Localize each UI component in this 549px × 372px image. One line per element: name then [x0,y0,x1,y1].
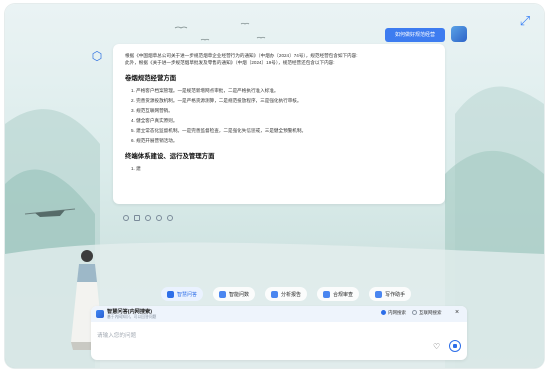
tab-label: 智能问数 [229,291,250,298]
chart-icon [219,290,227,298]
tab-smart-qa[interactable]: 智慧问答 [161,287,204,301]
list-item: 1. 建 [131,166,141,171]
audit-icon [323,290,331,298]
answer-actions [123,214,173,222]
list-item: 2. 完善货源投放机制。一是严格货源测算，二是规范投放程序，三是强化执行审核。 [131,98,302,103]
internal-search-option[interactable]: 内网搜索 [381,310,406,316]
thumbs-down-icon[interactable] [156,215,162,221]
tab-compliance-review[interactable]: 合规审查 [317,287,360,301]
radio-checked-icon [381,310,386,316]
close-icon[interactable]: × [455,309,459,317]
internet-search-option[interactable]: 互联网搜索 [412,310,442,316]
tab-smart-data[interactable]: 智能问数 [213,287,256,301]
report-icon [271,290,279,298]
section-heading: 终端体系建设、运行及管理方面 [125,153,215,160]
user-avatar [451,26,467,42]
search-scope-toggle: 内网搜索 互联网搜索 [381,310,442,316]
tab-writing-assistant[interactable]: 写作助手 [369,287,412,301]
chat-icon [167,290,174,298]
heart-icon[interactable] [167,215,173,221]
app-frame: ⤢ 如何做好规范经营 ⬡ 根据《中国烟草总公司关于进一步规范烟草企业经营行为的通… [5,4,544,368]
list-item: 1. 严格客户档案管理。一是规范新增网点审批，二是严格执行准入标准。 [131,88,279,93]
tab-label: 分析报告 [281,291,302,298]
answer-card: 根据《中国烟草总公司关于进一步规范烟草企业经营行为的通知》（中烟办〔2024〕7… [113,44,445,204]
option-label: 内网搜索 [388,310,406,315]
favorite-icon[interactable]: ♡ [433,342,440,352]
mode-subtitle: 基于内网知识，可以回答问题 [107,315,157,319]
list-item: 6. 规范开展营销活动。 [131,138,178,143]
option-label: 互联网搜索 [419,310,442,315]
tab-analysis-report[interactable]: 分析报告 [265,287,308,301]
copy-icon[interactable] [134,215,140,221]
question-input[interactable] [97,331,417,341]
section-heading: 卷烟规范经营方面 [125,75,177,82]
answer-intro-extra: 此外，根据《关于进一步规范烟草批发及零售的通知》（中烟〔2024〕19号），规范… [125,60,335,65]
send-button[interactable] [449,340,461,352]
thumbs-up-icon[interactable] [145,215,151,221]
stop-icon [453,344,457,348]
tab-label: 合规审查 [333,291,354,298]
feature-tabs: 智慧问答 智能问数 分析报告 合规审查 写作助手 [161,287,412,301]
section-list: 1. 建 [125,165,435,172]
input-panel: 智慧问答(内网搜索) 基于内网知识，可以回答问题 内网搜索 互联网搜索 × ♡ [91,306,467,360]
section-list: 1. 严格客户档案管理。一是规范新增网点审批，二是严格执行准入标准。 2. 完善… [125,87,435,144]
list-item: 4. 健全客户真实原则。 [131,118,178,123]
pen-icon [375,290,383,298]
list-item: 5. 建立常态化监督机制。一是完善监督检查，二是强化失信惩戒，三是健全预警机制。 [131,128,307,133]
mode-icon [96,310,104,318]
user-question-bubble[interactable]: 如何做好规范经营 [385,28,445,42]
list-item: 3. 规范互联网营销。 [131,108,173,113]
radio-unchecked-icon [412,310,417,316]
bot-avatar-icon: ⬡ [91,49,103,63]
answer-intro: 根据《中国烟草总公司关于进一步规范烟草企业经营行为的通知》（中烟办〔2024〕7… [125,53,358,58]
mode-title: 智慧问答(内网搜索) [107,309,152,315]
mode-header: 智慧问答(内网搜索) 基于内网知识，可以回答问题 内网搜索 互联网搜索 × [91,306,467,322]
expand-icon[interactable]: ⤢ [518,14,532,28]
tab-label: 写作助手 [385,291,406,298]
tab-label: 智慧问答 [177,291,198,298]
refresh-icon[interactable] [123,215,129,221]
